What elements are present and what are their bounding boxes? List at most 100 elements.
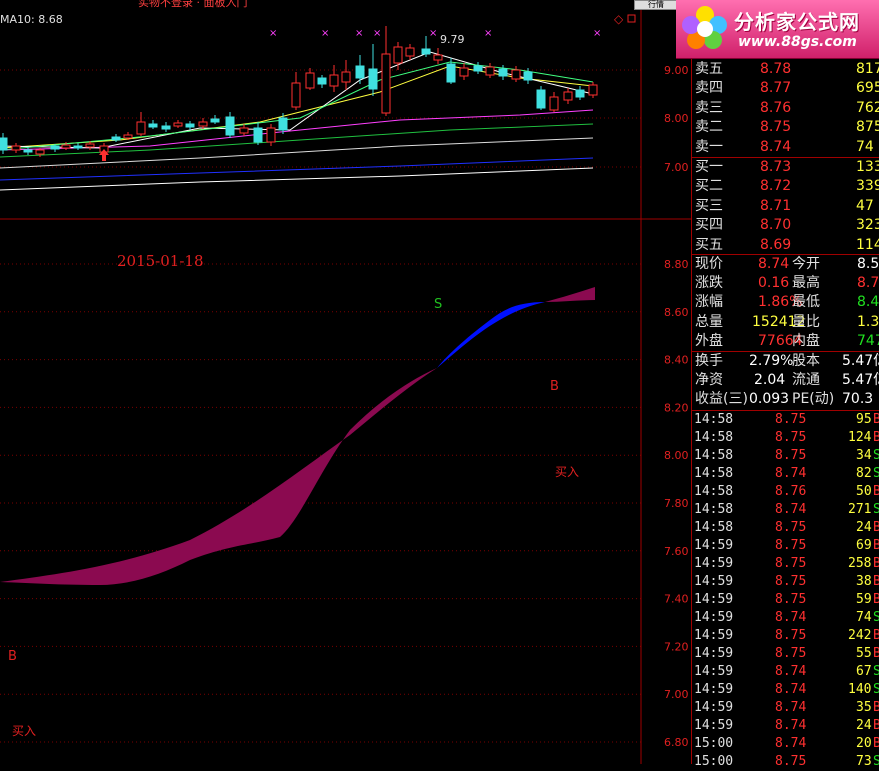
info-row: 收益(三) 0.093 PE(动) 70.3	[692, 390, 879, 409]
ask-row: 卖五 8.78 817	[692, 60, 879, 79]
candle-body	[536, 89, 546, 109]
tick-price: 8.75	[775, 538, 807, 553]
tick-side: B	[873, 538, 879, 553]
stat-row: 涨幅1.86%最低8.49	[692, 293, 879, 312]
candle-body	[266, 127, 276, 143]
tick-time: 14:59	[694, 682, 734, 697]
signal-x-marker: ×	[321, 28, 329, 39]
candle-body	[575, 89, 585, 98]
tick-price: 8.74	[775, 682, 807, 697]
indicator-axis-tick: 6.80	[664, 736, 689, 749]
tick-volume: 82	[856, 466, 872, 481]
info-label: 净资	[695, 372, 723, 389]
stat-value: 8.74	[758, 256, 790, 272]
trade-tick-row: 15:00 8.74 20 B	[692, 735, 879, 753]
ask-volume: 695	[856, 80, 879, 97]
bid-label: 买四	[695, 217, 723, 234]
tick-time: 14:59	[694, 574, 734, 589]
trade-tick-row: 14:59 8.74 74 S	[692, 609, 879, 627]
stat-label: 涨跌	[695, 275, 723, 292]
tick-time: 14:59	[694, 646, 734, 661]
candle-body	[341, 71, 351, 83]
info-label: PE(动)	[792, 391, 835, 408]
tick-price: 8.74	[775, 502, 807, 517]
candle-body	[148, 123, 158, 128]
site-logo[interactable]: 分析家公式网 www.88gs.com	[676, 0, 879, 59]
stat-value: 74748	[857, 332, 879, 349]
stat-label: 今开	[792, 256, 820, 272]
signal-x-marker: ×	[484, 28, 492, 39]
tick-time: 14:58	[694, 502, 734, 517]
info-value: 0.093	[749, 391, 790, 408]
candle-body	[473, 65, 483, 72]
tick-volume: 38	[856, 574, 872, 589]
bid-price: 8.71	[760, 197, 792, 214]
signal-x-marker: ×	[355, 28, 363, 39]
candle-body	[278, 117, 288, 131]
tick-volume: 55	[856, 646, 872, 661]
bid-volume: 114	[856, 236, 879, 253]
tick-side: B	[873, 628, 879, 643]
candle-body	[446, 63, 456, 83]
trade-tick-row: 14:58 8.75 24 B	[692, 519, 879, 537]
tick-volume: 124	[848, 430, 872, 445]
date-label: 2015-01-18	[117, 252, 203, 270]
candle-body	[588, 84, 598, 96]
candle-body	[23, 149, 33, 153]
trade-tick-row: 14:58 8.75 95 B	[692, 411, 879, 429]
stat-label: 涨幅	[695, 294, 723, 311]
ask-row: 卖二 8.75 875	[692, 118, 879, 137]
indicator-axis-tick: 7.40	[664, 593, 689, 606]
price-axis-tick: 7.00	[664, 161, 689, 174]
tick-price: 8.74	[775, 736, 807, 751]
tick-volume: 34	[856, 448, 872, 463]
bid-price: 8.73	[760, 159, 792, 175]
tick-time: 14:59	[694, 592, 734, 607]
trade-tick-row: 14:58 8.76 50 B	[692, 483, 879, 501]
signal-x-marker: ×	[269, 28, 277, 39]
ask-label: 卖一	[695, 138, 723, 155]
tick-time: 14:58	[694, 412, 734, 427]
tick-price: 8.75	[775, 412, 807, 427]
bid-label: 买一	[695, 159, 723, 175]
tick-time: 14:58	[694, 466, 734, 481]
bid-volume: 47	[856, 197, 874, 214]
tick-side: S	[873, 664, 879, 679]
trade-tick-row: 14:58 8.74 82 S	[692, 465, 879, 483]
tick-price: 8.74	[775, 664, 807, 679]
tick-price: 8.74	[775, 700, 807, 715]
tick-volume: 271	[848, 502, 872, 517]
indicator-axis-tick: 8.20	[664, 401, 689, 414]
quote-button[interactable]: 行情	[634, 0, 678, 10]
ma10-label: MA10: 8.68	[0, 13, 63, 26]
stat-label: 总量	[695, 313, 723, 330]
ask-row: 卖四 8.77 695	[692, 79, 879, 98]
brand-name: 分析家公式网	[734, 10, 860, 34]
tick-time: 14:59	[694, 664, 734, 679]
indicator-axis-tick: 7.60	[664, 545, 689, 558]
tick-volume: 95	[856, 412, 872, 427]
stat-value: 8.76	[857, 275, 879, 292]
tick-volume: 140	[848, 682, 872, 697]
flower-logo-icon	[682, 6, 727, 49]
main-chart[interactable]: × × × × × × × 9.00 8.00 7.00 8.80 8.60 8.40 8.20 8.00…	[0, 0, 691, 764]
ask-row: 卖三 8.76 762	[692, 99, 879, 118]
ask-volume: 762	[856, 99, 879, 116]
ask-label: 卖二	[695, 119, 723, 136]
tick-price: 8.75	[775, 520, 807, 535]
candle-body	[368, 68, 378, 90]
ask-price: 8.74	[760, 138, 792, 155]
diamond-icon[interactable]: ◇	[614, 12, 624, 26]
candle-body	[198, 121, 208, 127]
tick-side: B	[873, 736, 879, 751]
tick-side: B	[873, 718, 879, 733]
stat-label: 现价	[695, 256, 723, 272]
indicator-axis-tick: 8.00	[664, 449, 689, 462]
bid-volume: 339	[856, 178, 879, 195]
trade-tick-row: 14:59 8.74 67 S	[692, 663, 879, 681]
info-label: 流通	[792, 372, 820, 389]
tick-price: 8.74	[775, 610, 807, 625]
stat-row: 总量152412量比1.35	[692, 313, 879, 332]
ask-price: 8.75	[760, 119, 792, 136]
peak-price-label: 9.79	[440, 33, 465, 46]
